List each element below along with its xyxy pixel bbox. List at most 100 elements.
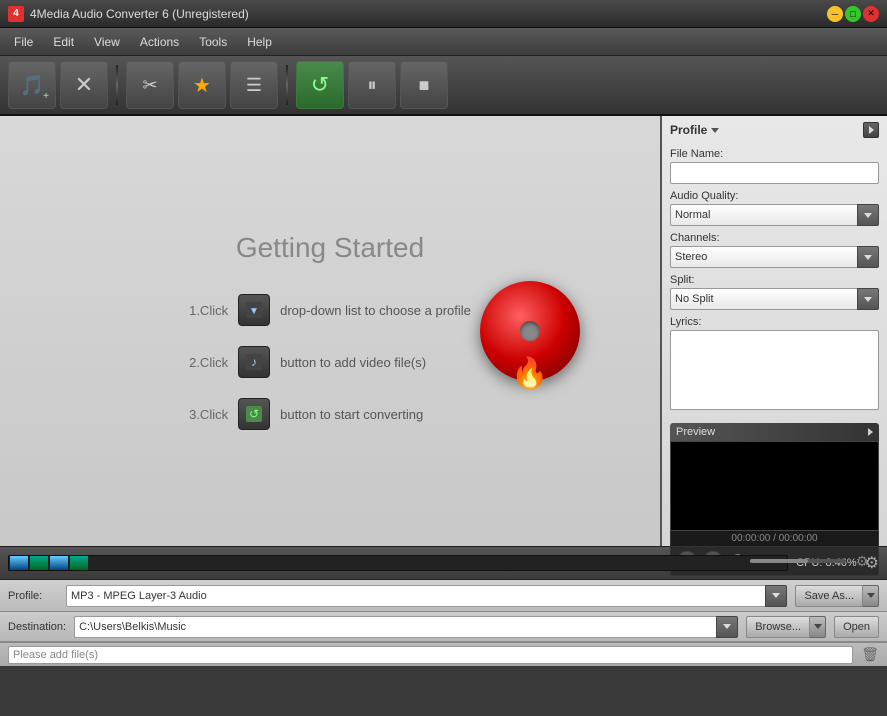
audio-quality-field-group: Audio Quality: Normal: [670, 190, 879, 226]
menu-view[interactable]: View: [84, 31, 130, 53]
instruction-number-3: 3.Click: [189, 407, 228, 422]
open-button[interactable]: Open: [834, 616, 879, 638]
instruction-text-2: button to add video file(s): [280, 355, 426, 370]
instruction-text-1: drop-down list to choose a profile: [280, 303, 471, 318]
settings-icon[interactable]: ⚙: [865, 553, 879, 573]
instruction-icon-3: ↺: [238, 398, 270, 430]
status-bar: Please add file(s) 🗑: [0, 642, 887, 666]
split-label: Split:: [670, 274, 879, 286]
menu-edit[interactable]: Edit: [43, 31, 84, 53]
destination-row: Destination: C:\Users\Belkis\Music Brows…: [0, 612, 887, 642]
remove-icon: ✕: [75, 72, 93, 98]
destination-combo-btn[interactable]: [716, 616, 738, 638]
profile-row-label: Profile:: [8, 590, 58, 602]
instruction-list: 1.Click ▼ drop-down list to choose a pro…: [189, 294, 471, 430]
minimize-button[interactable]: ─: [827, 6, 843, 22]
flame-icon: 🔥: [511, 356, 548, 391]
window-controls: ─ □ ✕: [827, 6, 879, 22]
convert-button[interactable]: ↺: [296, 61, 344, 109]
favorite-button[interactable]: ★: [178, 61, 226, 109]
preview-section: Preview 00:00:00 / 00:00:00 ▶ ■ 🔊 ⚙: [670, 423, 879, 576]
menu-tools[interactable]: Tools: [189, 31, 237, 53]
destination-path-combo: C:\Users\Belkis\Music: [74, 616, 738, 638]
lyrics-textarea[interactable]: [670, 330, 879, 410]
progress-segment-4: [70, 556, 88, 570]
browse-dropdown-btn[interactable]: [810, 616, 826, 638]
instruction-icon-2: ♪: [238, 346, 270, 378]
profile-button[interactable]: ☰: [230, 61, 278, 109]
preview-video: [670, 441, 879, 531]
preview-time: 00:00:00 / 00:00:00: [670, 531, 879, 547]
channels-field-group: Channels: Stereo: [670, 232, 879, 268]
profile-icon: ☰: [246, 75, 262, 96]
svg-text:♪: ♪: [251, 355, 257, 369]
toolbar-separator-1: [116, 65, 118, 105]
destination-path-value: C:\Users\Belkis\Music: [74, 616, 716, 638]
stop-button[interactable]: ■: [400, 61, 448, 109]
main-layout: Getting Started 1.Click ▼ drop-down list…: [0, 116, 887, 546]
add-button[interactable]: 🎵 +: [8, 61, 56, 109]
channels-dropdown-btn[interactable]: [857, 246, 879, 268]
menu-file[interactable]: File: [4, 31, 43, 53]
channels-label: Channels:: [670, 232, 879, 244]
profile-combo: MP3 - MPEG Layer-3 Audio: [66, 585, 787, 607]
file-name-input[interactable]: [670, 162, 879, 184]
profile-expand-button[interactable]: [863, 122, 879, 138]
menu-help[interactable]: Help: [237, 31, 282, 53]
cut-icon: ✂: [142, 75, 157, 96]
browse-dropdown-arrow: [814, 624, 822, 629]
file-name-label: File Name:: [670, 148, 879, 160]
split-field-group: Split: No Split: [670, 274, 879, 310]
svg-text:▼: ▼: [249, 306, 259, 317]
progress-track: [8, 555, 788, 571]
delete-icon[interactable]: 🗑: [861, 646, 879, 663]
add-badge: +: [43, 91, 49, 102]
browse-button[interactable]: Browse...: [746, 616, 810, 638]
instruction-1: 1.Click ▼ drop-down list to choose a pro…: [189, 294, 471, 326]
lyrics-field-group: Lyrics:: [670, 316, 879, 413]
app-title: 4Media Audio Converter 6 (Unregistered): [30, 7, 827, 21]
convert-icon: ↺: [311, 72, 329, 98]
toolbar: 🎵 + ✕ ✂ ★ ☰ ↺ ⏸ ■: [0, 56, 887, 116]
profile-row: Profile: MP3 - MPEG Layer-3 Audio Save A…: [0, 580, 887, 612]
expand-arrow-icon: [869, 126, 874, 134]
progress-segment-1: [10, 556, 28, 570]
save-as-dropdown-btn[interactable]: [863, 585, 879, 607]
split-dropdown-btn[interactable]: [857, 288, 879, 310]
svg-text:↺: ↺: [249, 407, 259, 421]
audio-quality-value: Normal: [670, 204, 857, 226]
maximize-button[interactable]: □: [845, 6, 861, 22]
left-panel: Getting Started 1.Click ▼ drop-down list…: [0, 116, 662, 546]
lyrics-label: Lyrics:: [670, 316, 879, 328]
audio-quality-label: Audio Quality:: [670, 190, 879, 202]
stop-icon: ■: [419, 75, 430, 96]
volume-slider[interactable]: [750, 559, 846, 563]
cut-button[interactable]: ✂: [126, 61, 174, 109]
instruction-text-3: button to start converting: [280, 407, 423, 422]
instruction-number-1: 1.Click: [189, 303, 228, 318]
volume-fill: [750, 559, 808, 563]
cd-image: 🔥: [480, 281, 580, 381]
right-panel: Profile File Name: Audio Quality: Normal…: [662, 116, 887, 546]
instruction-2: 2.Click ♪ button to add video file(s): [189, 346, 471, 378]
menu-actions[interactable]: Actions: [130, 31, 189, 53]
dropdown-arrow-icon: [864, 297, 872, 302]
profile-combo-dropdown-btn[interactable]: [765, 585, 787, 607]
audio-quality-dropdown[interactable]: Normal: [670, 204, 879, 226]
close-button[interactable]: ✕: [863, 6, 879, 22]
star-icon: ★: [193, 73, 211, 98]
split-dropdown[interactable]: No Split: [670, 288, 879, 310]
save-as-button[interactable]: Save As...: [795, 585, 863, 607]
channels-dropdown[interactable]: Stereo: [670, 246, 879, 268]
browse-group: Browse...: [746, 616, 826, 638]
pause-button[interactable]: ⏸: [348, 61, 396, 109]
toolbar-separator-2: [286, 65, 288, 105]
save-dropdown-arrow: [867, 593, 875, 598]
getting-started-title: Getting Started: [236, 232, 424, 264]
split-value: No Split: [670, 288, 857, 310]
preview-header: Preview: [670, 423, 879, 441]
profile-section-label: Profile: [670, 123, 719, 137]
remove-button[interactable]: ✕: [60, 61, 108, 109]
instruction-3: 3.Click ↺ button to start converting: [189, 398, 471, 430]
audio-quality-dropdown-btn[interactable]: [857, 204, 879, 226]
